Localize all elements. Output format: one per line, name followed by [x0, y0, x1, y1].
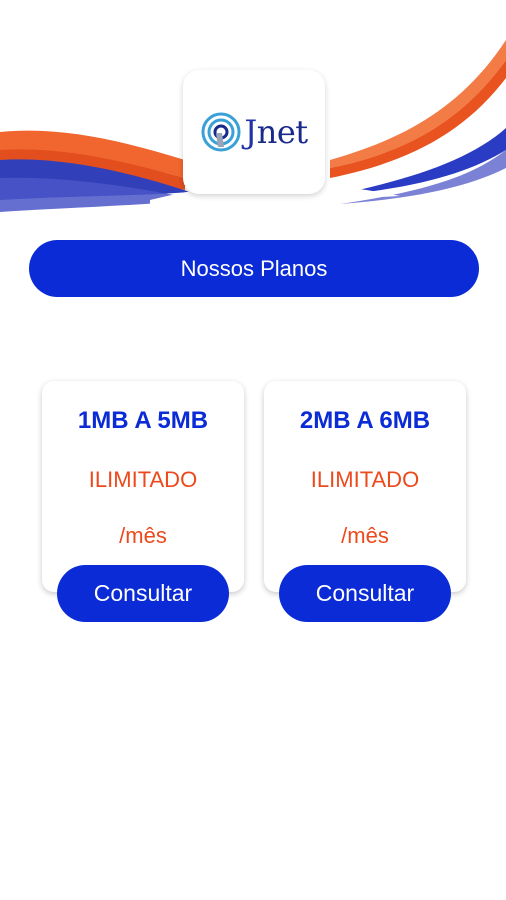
brand-logo-tile: Jnet: [183, 70, 325, 194]
plans-section-title-text: Nossos Planos: [180, 255, 328, 281]
plan-period: /mês: [119, 523, 167, 548]
plan-type: ILIMITADO: [88, 467, 198, 492]
consult-button-plan-2[interactable]: Consultar: [279, 565, 451, 622]
consult-button-plan-1[interactable]: Consultar: [57, 565, 229, 622]
plan-period: /mês: [341, 523, 389, 548]
plan-speed: 2MB A 6MB: [299, 407, 431, 434]
plan-type: ILIMITADO: [310, 467, 420, 492]
brand-name: Jnet: [244, 113, 308, 151]
brand-letter: J: [244, 113, 257, 151]
brand-name-rest: net: [256, 113, 308, 151]
signal-icon: [201, 112, 241, 152]
plan-card-1: 1MB A 5MB ILIMITADO /mês: [42, 381, 244, 592]
plan-card-2: 2MB A 6MB ILIMITADO /mês: [264, 381, 466, 592]
plan-speed: 1MB A 5MB: [77, 407, 209, 434]
plans-section-title: Nossos Planos: [29, 240, 479, 297]
brand-logo: Jnet: [200, 111, 308, 153]
app-screen: Jnet Nossos Planos 1MB A 5MB ILIMITADO /…: [0, 0, 506, 900]
